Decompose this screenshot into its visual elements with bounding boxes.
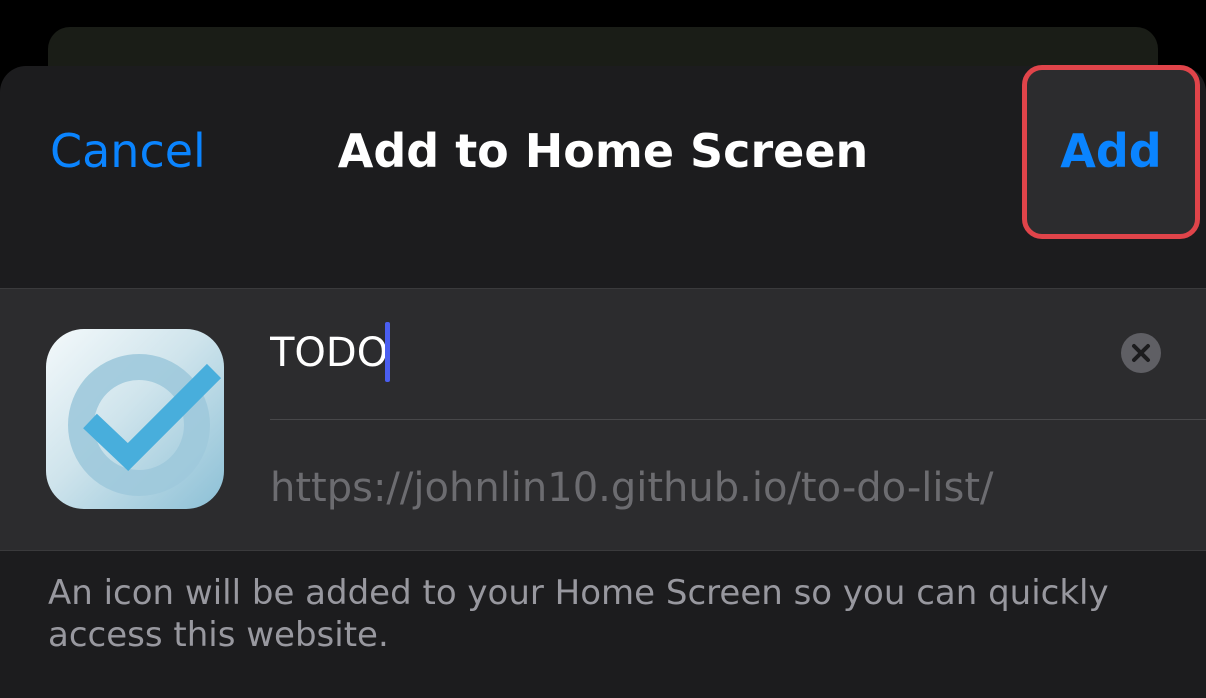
shortcut-url: https://johnlin10.github.io/to-do-list/ — [270, 465, 994, 511]
screen: Cancel Add to Home Screen Add https://jo… — [0, 0, 1206, 698]
add-button[interactable]: Add — [1022, 120, 1200, 182]
text-cursor — [385, 322, 390, 382]
footer-note: An icon will be added to your Home Scree… — [48, 573, 1109, 655]
clear-text-button[interactable] — [1121, 333, 1161, 373]
row-divider — [270, 419, 1206, 420]
shortcut-name-input[interactable] — [270, 325, 1090, 381]
checkmark-circle-app-icon — [46, 329, 224, 509]
clear-icon — [1132, 344, 1150, 362]
checkmark-icon — [68, 354, 222, 496]
